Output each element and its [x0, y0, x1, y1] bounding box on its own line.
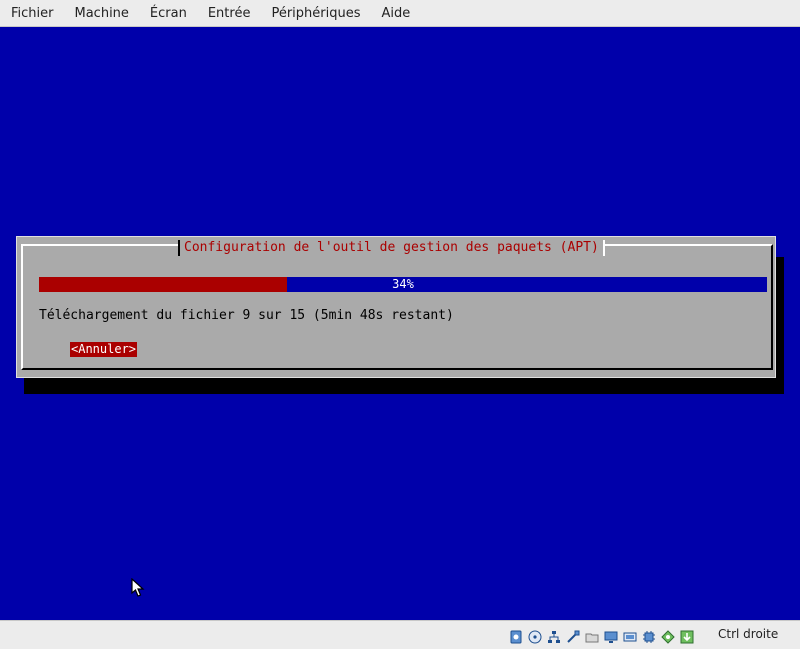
menu-peripheriques[interactable]: Périphériques — [260, 0, 370, 27]
menu-ecran[interactable]: Écran — [139, 0, 197, 27]
progress-label: 34% — [392, 277, 414, 291]
menu-machine[interactable]: Machine — [64, 0, 139, 27]
cancel-button[interactable]: <Annuler> — [70, 342, 138, 357]
display-icon[interactable] — [603, 629, 619, 645]
hard-disk-icon[interactable] — [508, 629, 524, 645]
dialog-frame: Configuration de l'outil de gestion des … — [21, 240, 773, 370]
network-icon[interactable] — [546, 629, 562, 645]
menubar: Fichier Machine Écran Entrée Périphériqu… — [0, 0, 800, 27]
keyboard-capture-icon[interactable] — [679, 629, 695, 645]
optical-disk-icon[interactable] — [527, 629, 543, 645]
video-capture-icon[interactable] — [622, 629, 638, 645]
mouse-pointer-icon — [131, 578, 145, 597]
statusbar: Ctrl droite — [0, 620, 800, 649]
device-icons — [508, 629, 695, 645]
download-status: Téléchargement du fichier 9 sur 15 (5min… — [39, 308, 454, 323]
mouse-integration-icon[interactable] — [660, 629, 676, 645]
apt-dialog: Configuration de l'outil de gestion des … — [16, 236, 776, 378]
cpu-icon[interactable] — [641, 629, 657, 645]
host-key-label: Ctrl droite — [718, 627, 779, 641]
usb-icon[interactable] — [565, 629, 581, 645]
menu-fichier[interactable]: Fichier — [0, 0, 64, 27]
shared-folder-icon[interactable] — [584, 629, 600, 645]
menu-entree[interactable]: Entrée — [197, 0, 261, 27]
progress-bar: 34% — [39, 277, 767, 292]
menu-aide[interactable]: Aide — [371, 0, 421, 27]
dialog-title: Configuration de l'outil de gestion des … — [178, 240, 605, 256]
